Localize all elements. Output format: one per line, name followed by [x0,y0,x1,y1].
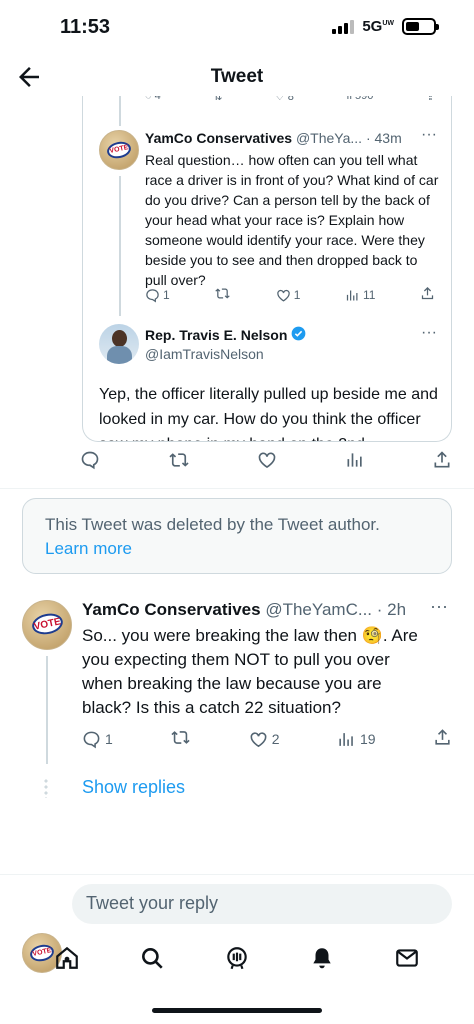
like-button[interactable] [257,450,277,475]
home-indicator [152,1008,322,1013]
more-icon[interactable]: ··· [421,126,437,144]
retweet-icon[interactable]: ⇅ [213,96,222,108]
like-button[interactable]: 2 [249,728,280,750]
like-count[interactable]: ♡ 8 [275,96,294,108]
retweet-button[interactable] [170,728,191,750]
reply-button[interactable]: 1 [145,286,170,304]
verified-badge-icon [291,326,306,344]
share-button[interactable] [432,450,452,475]
learn-more-link[interactable]: Learn more [45,537,429,561]
status-icons: 5GUW [332,18,439,35]
reply-button[interactable] [80,450,100,475]
like-button[interactable]: 1 [276,286,300,304]
bottom-tab-bar [0,936,474,984]
search-icon[interactable] [139,945,165,976]
author-name[interactable]: YamCo Conservatives [82,600,261,619]
home-icon[interactable] [54,945,80,976]
top-actions-row: ◌ 4 ⇅ ♡ 8 ıl 590 ⇪ [145,96,435,108]
vote-badge: VOTE [105,139,133,160]
author-handle[interactable]: @IamTravisNelson [145,346,264,362]
tweet-text: Real question… how often can you tell wh… [145,152,439,288]
tweet-actions: 1 2 19 [82,728,452,750]
avatar[interactable] [99,324,139,364]
reply-input[interactable]: Tweet your reply [72,884,452,924]
divider [0,488,474,489]
share-button[interactable] [420,286,435,304]
thread-line [119,96,121,126]
tweet-time: · 2h [376,600,407,619]
messages-icon[interactable] [394,945,420,976]
thread-line [119,176,121,316]
more-icon[interactable]: ··· [430,596,448,617]
author-handle[interactable]: @TheYa... [296,130,362,146]
author-row[interactable]: Rep. Travis E. Nelson [145,326,306,344]
deleted-tweet-notice: This Tweet was deleted by the Tweet auth… [22,498,452,574]
share-button[interactable] [433,728,452,750]
author-name[interactable]: YamCo Conservatives [145,130,292,146]
share-icon[interactable]: ⇪ [426,96,435,108]
views-button[interactable]: 19 [337,728,376,750]
quoted-thread-card[interactable]: ◌ 4 ⇅ ♡ 8 ıl 590 ⇪ VOTE YamCo Conservati… [82,96,452,442]
status-time: 11:53 [60,16,111,38]
views-button[interactable] [345,450,365,475]
thread-actions [80,450,452,475]
avatar[interactable]: VOTE [99,130,139,170]
battery-icon [402,18,439,35]
show-replies-link[interactable]: Show replies [82,777,185,798]
deleted-notice-text: This Tweet was deleted by the Tweet auth… [45,515,380,534]
author-name[interactable]: Rep. Travis E. Nelson [145,327,287,343]
vote-badge: VOTE [29,611,65,638]
retweet-button[interactable] [214,286,231,304]
thread-line [46,656,48,764]
tweet-text: So... you were breaking the law then 🧐. … [82,626,418,717]
network-label: 5GUW [362,18,394,35]
reply-count[interactable]: ◌ 4 [145,96,161,108]
signal-icon [332,19,355,34]
tweet-text: Yep, the officer literally pulled up bes… [99,386,438,441]
tweet-header: YamCo Conservatives @TheYamC... · 2h [82,600,422,620]
retweet-button[interactable] [168,450,190,475]
more-icon[interactable]: ··· [421,324,437,342]
thread-dots [44,778,48,798]
tweet-header: YamCo Conservatives @TheYa... · 43m [145,130,435,146]
spaces-icon[interactable] [224,945,250,976]
tweet-actions: 1 1 11 [145,286,435,304]
views-button[interactable]: 11 [345,286,375,304]
avatar[interactable]: VOTE [22,600,72,650]
author-handle[interactable]: @TheYamC... [265,600,372,619]
view-count[interactable]: ıl 590 [346,96,373,108]
page-title: Tweet [210,66,264,87]
reply-button[interactable]: 1 [82,728,113,750]
tweet-time: · 43m [365,130,402,146]
notifications-icon[interactable] [309,945,335,976]
